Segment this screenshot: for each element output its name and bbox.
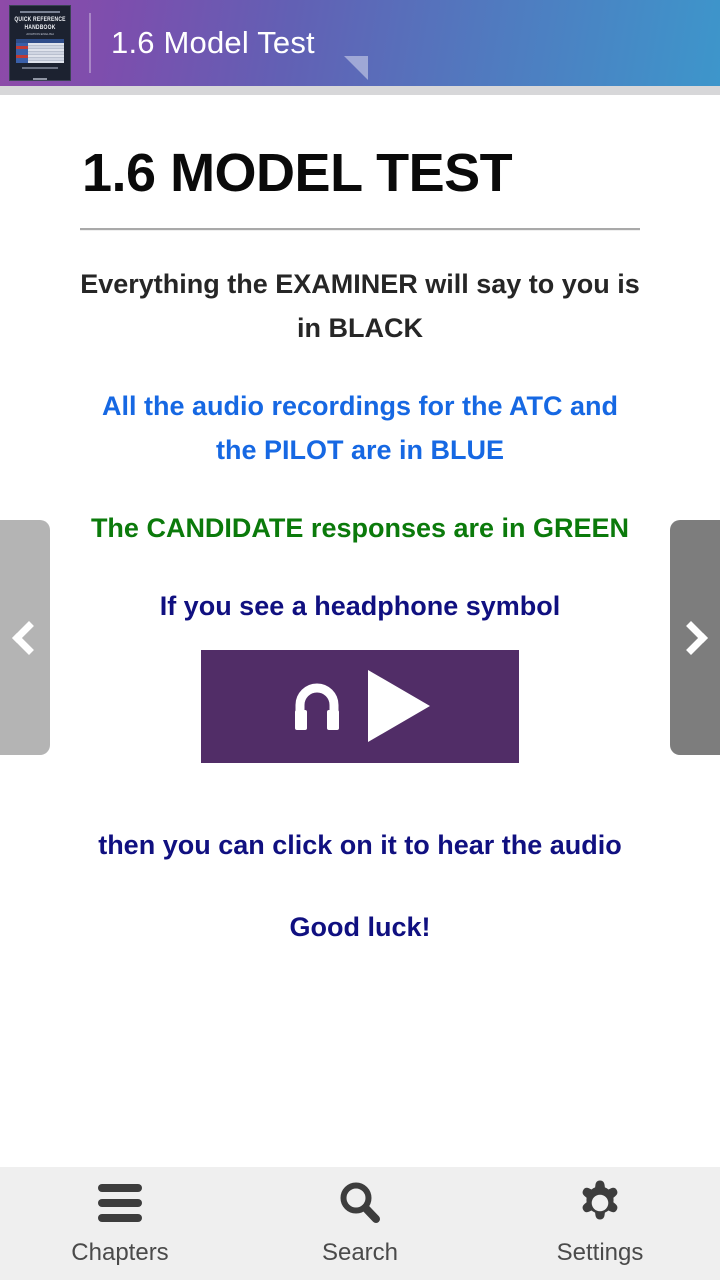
audio-button-container (0, 649, 720, 763)
book-cover-title-line1: QUICK REFERENCE (14, 15, 66, 24)
book-cover-subtitle: AVIATION ENGLISH (26, 31, 54, 36)
app-root: QUICK REFERENCE HANDBOOK AVIATION ENGLIS… (0, 0, 720, 1280)
bottom-navigation-bar: Chapters Search Settings (0, 1167, 720, 1280)
paragraph-audio-blue: All the audio recordings for the ATC and… (101, 390, 619, 465)
gear-icon (576, 1180, 624, 1225)
book-cover-topline (20, 11, 60, 13)
resize-handle-triangle-icon[interactable] (344, 56, 368, 80)
headphone-icon (286, 675, 348, 737)
page-title-header: 1.6 Model Test (111, 25, 315, 60)
next-page-button[interactable] (670, 520, 720, 755)
header-shadow (0, 86, 720, 95)
search-icon (337, 1181, 383, 1225)
chevron-left-icon (12, 620, 46, 655)
book-cover-title-line2: HANDBOOK (24, 23, 56, 32)
paragraph-headphone-note: If you see a headphone symbol (159, 590, 561, 621)
play-icon (362, 666, 434, 746)
paragraph-candidate-green: The CANDIDATE responses are in GREEN (90, 512, 630, 543)
header-divider (89, 13, 91, 73)
nav-label-search: Search (321, 1238, 399, 1266)
chevron-right-icon (674, 620, 708, 655)
title-divider (80, 227, 640, 230)
book-cover-table-graphic (16, 38, 64, 64)
nav-item-search[interactable]: Search (240, 1167, 480, 1280)
page-title: 1.6 MODEL TEST (82, 143, 513, 203)
previous-page-button[interactable] (0, 520, 50, 755)
book-cover-thumbnail[interactable]: QUICK REFERENCE HANDBOOK AVIATION ENGLIS… (9, 5, 71, 81)
hamburger-menu-icon (98, 1181, 142, 1225)
paragraph-examiner: Everything the EXAMINER will say to you … (80, 268, 640, 343)
content-area: 1.6 MODEL TEST Everything the EXAMINER w… (0, 95, 720, 1167)
paragraph-good-luck: Good luck! (289, 911, 431, 942)
app-header: QUICK REFERENCE HANDBOOK AVIATION ENGLIS… (0, 0, 720, 86)
paragraph-click-note: then you can click on it to hear the aud… (98, 829, 622, 860)
nav-label-chapters: Chapters (71, 1238, 169, 1266)
nav-label-settings: Settings (556, 1238, 644, 1266)
book-cover-publisher-logo (33, 77, 47, 80)
audio-play-button[interactable] (201, 649, 519, 763)
nav-item-chapters[interactable]: Chapters (0, 1167, 240, 1280)
book-cover-bottomline (22, 67, 58, 69)
nav-item-settings[interactable]: Settings (480, 1167, 720, 1280)
